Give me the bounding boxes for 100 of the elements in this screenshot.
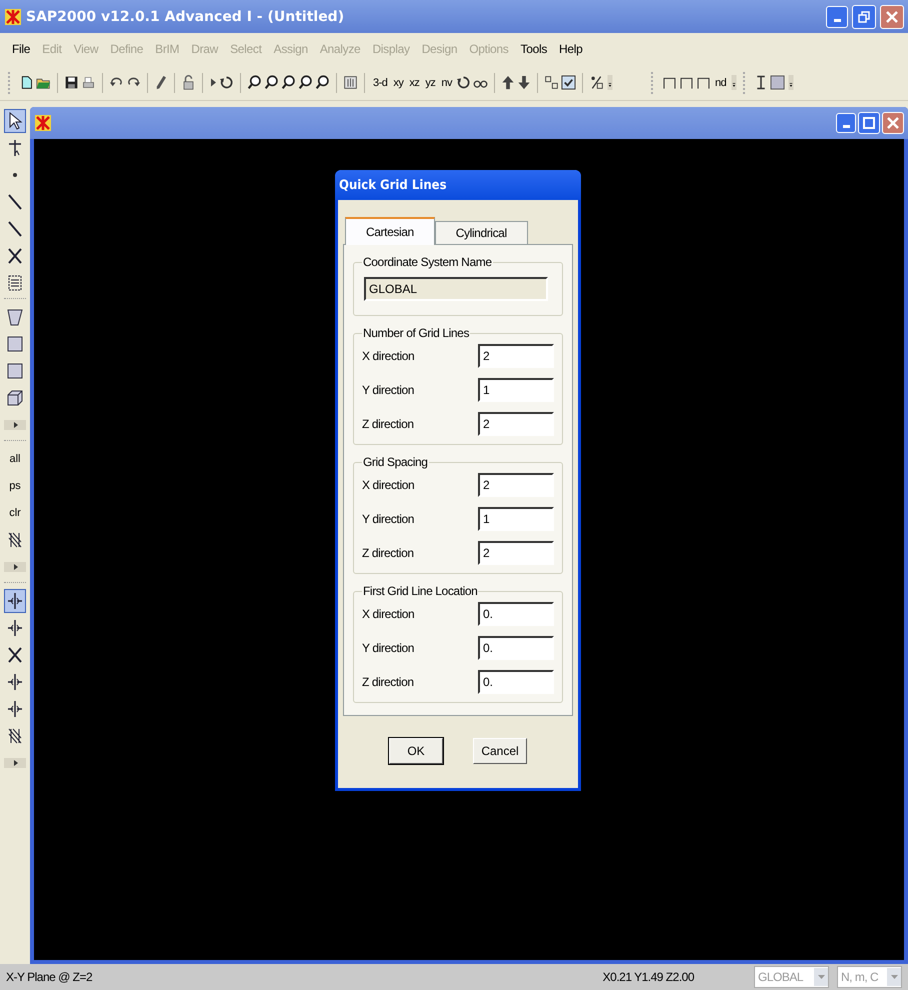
toolbar-button[interactable]: 3-d [373,76,388,88]
fraction-icon[interactable] [589,75,604,90]
padlock-icon[interactable] [181,75,196,90]
app-logo-icon [34,114,52,132]
hatched-icon [7,727,23,745]
dropdown-arrow-icon [818,975,824,979]
tool-button[interactable]: all [3,447,27,471]
close-button[interactable] [882,112,904,134]
input-field[interactable]: 0. [478,670,554,694]
up-arrow-icon[interactable] [501,75,516,90]
input-field[interactable]: 0. [478,602,554,626]
dialog-button[interactable]: Cancel [473,738,527,764]
group-label: Number of Grid Lines [362,326,470,340]
portal-frame-icon[interactable] [679,75,694,90]
minimize-button[interactable] [836,113,856,133]
down-arrow-icon[interactable] [517,75,532,90]
diagonal-line-icon [7,220,23,238]
close-icon [887,117,899,129]
dotted-grid-icon [7,274,23,292]
toolbar-button[interactable]: xz [409,76,420,88]
resize-icon[interactable] [544,75,560,90]
magnifier-icon[interactable] [264,75,279,90]
close-button[interactable] [880,4,904,28]
magnifier-icon[interactable] [315,75,330,90]
pointer-icon [7,112,23,130]
field-label: Z direction [362,675,414,689]
tab[interactable]: Cartesian [345,217,435,245]
maximize-icon [863,117,875,129]
group-label: First Grid Line Location [362,584,478,598]
dialog-button[interactable]: OK [389,738,443,764]
menu-item[interactable]: Help [553,42,589,56]
rotate-icon[interactable] [456,75,472,90]
restore-button[interactable] [852,4,876,28]
input-field[interactable]: 1 [478,378,554,402]
input-field[interactable]: 2 [478,344,554,368]
minimize-button[interactable] [826,6,848,28]
magnifier-icon[interactable] [281,75,296,90]
checkbox-icon[interactable] [561,75,576,90]
rectangle-area-icon [7,363,23,379]
tool-button[interactable]: clr [3,501,27,525]
field-label: Y direction [362,383,414,397]
hatched-icon [7,531,23,549]
magnifier-icon[interactable] [247,75,262,90]
new-file-icon[interactable] [19,75,34,90]
read-only-field[interactable]: GLOBAL [364,277,548,301]
model-canvas[interactable] [34,139,904,960]
group-label: Grid Spacing [362,455,429,469]
shaded-square-icon[interactable] [770,75,786,90]
toolbar-button[interactable]: yz [425,76,436,88]
field-label: X direction [362,349,414,363]
pencil-icon[interactable] [154,75,168,90]
input-field[interactable]: 2 [478,541,554,565]
portal-frame-icon[interactable] [696,75,712,90]
field-label: Z direction [362,546,414,560]
dropdown-arrow-icon [890,975,898,979]
snap-icon [7,619,23,637]
input-field[interactable]: 2 [478,473,554,497]
dialog-title: Quick Grid Lines [339,178,447,192]
tool-button[interactable]: ps [3,474,27,498]
toolbar-button[interactable]: nd [715,76,726,88]
diagonal-line-icon [7,193,23,211]
snap-icon [7,673,23,691]
printer-icon[interactable] [81,75,96,90]
group-label: Coordinate System Name [362,255,493,269]
toolbar-overflow-icon[interactable] [730,75,738,90]
cube-icon [7,390,23,406]
tool-button[interactable] [4,589,26,613]
field-label: Y direction [362,641,414,655]
field-label: X direction [362,607,414,621]
field-label: Y direction [362,512,414,526]
field-label: Z direction [362,417,414,431]
window-title: SAP2000 v12.0.1 Advanced I - (Untitled) [26,8,346,24]
toolbar-button[interactable]: xy [393,76,404,88]
menu-item[interactable]: File [6,42,36,56]
input-field[interactable]: 2 [478,412,554,436]
reshape-pointer-icon [7,139,23,157]
field-label: X direction [362,478,414,492]
polygon-area-icon [7,308,23,326]
toolbar-overflow-icon[interactable] [606,75,614,90]
menu-item[interactable]: Tools [514,42,554,56]
cursor-coordinates: X0.21 Y1.49 Z2.00 [602,970,694,984]
portal-frame-icon[interactable] [662,75,678,90]
cross-brace-icon [7,247,23,265]
tool-button[interactable] [4,109,26,133]
input-field[interactable]: 1 [478,507,554,531]
app-logo-icon [4,8,22,26]
minimize-icon [842,125,850,128]
snap-icon [7,592,23,610]
snap-icon [7,700,23,718]
toolbar-button[interactable]: nv [441,76,452,88]
input-field[interactable]: 0. [478,636,554,660]
cross-brace-icon [7,646,23,664]
hand-icon[interactable] [343,75,358,90]
rotate-icon[interactable] [219,75,234,90]
restore-icon [858,10,870,22]
magnifier-icon[interactable] [298,75,313,90]
maximize-button[interactable] [858,112,880,134]
toolbar-overflow-icon[interactable] [787,75,796,90]
status-text: X-Y Plane @ Z=2 [6,970,94,984]
tab[interactable]: Cylindrical [434,221,528,244]
